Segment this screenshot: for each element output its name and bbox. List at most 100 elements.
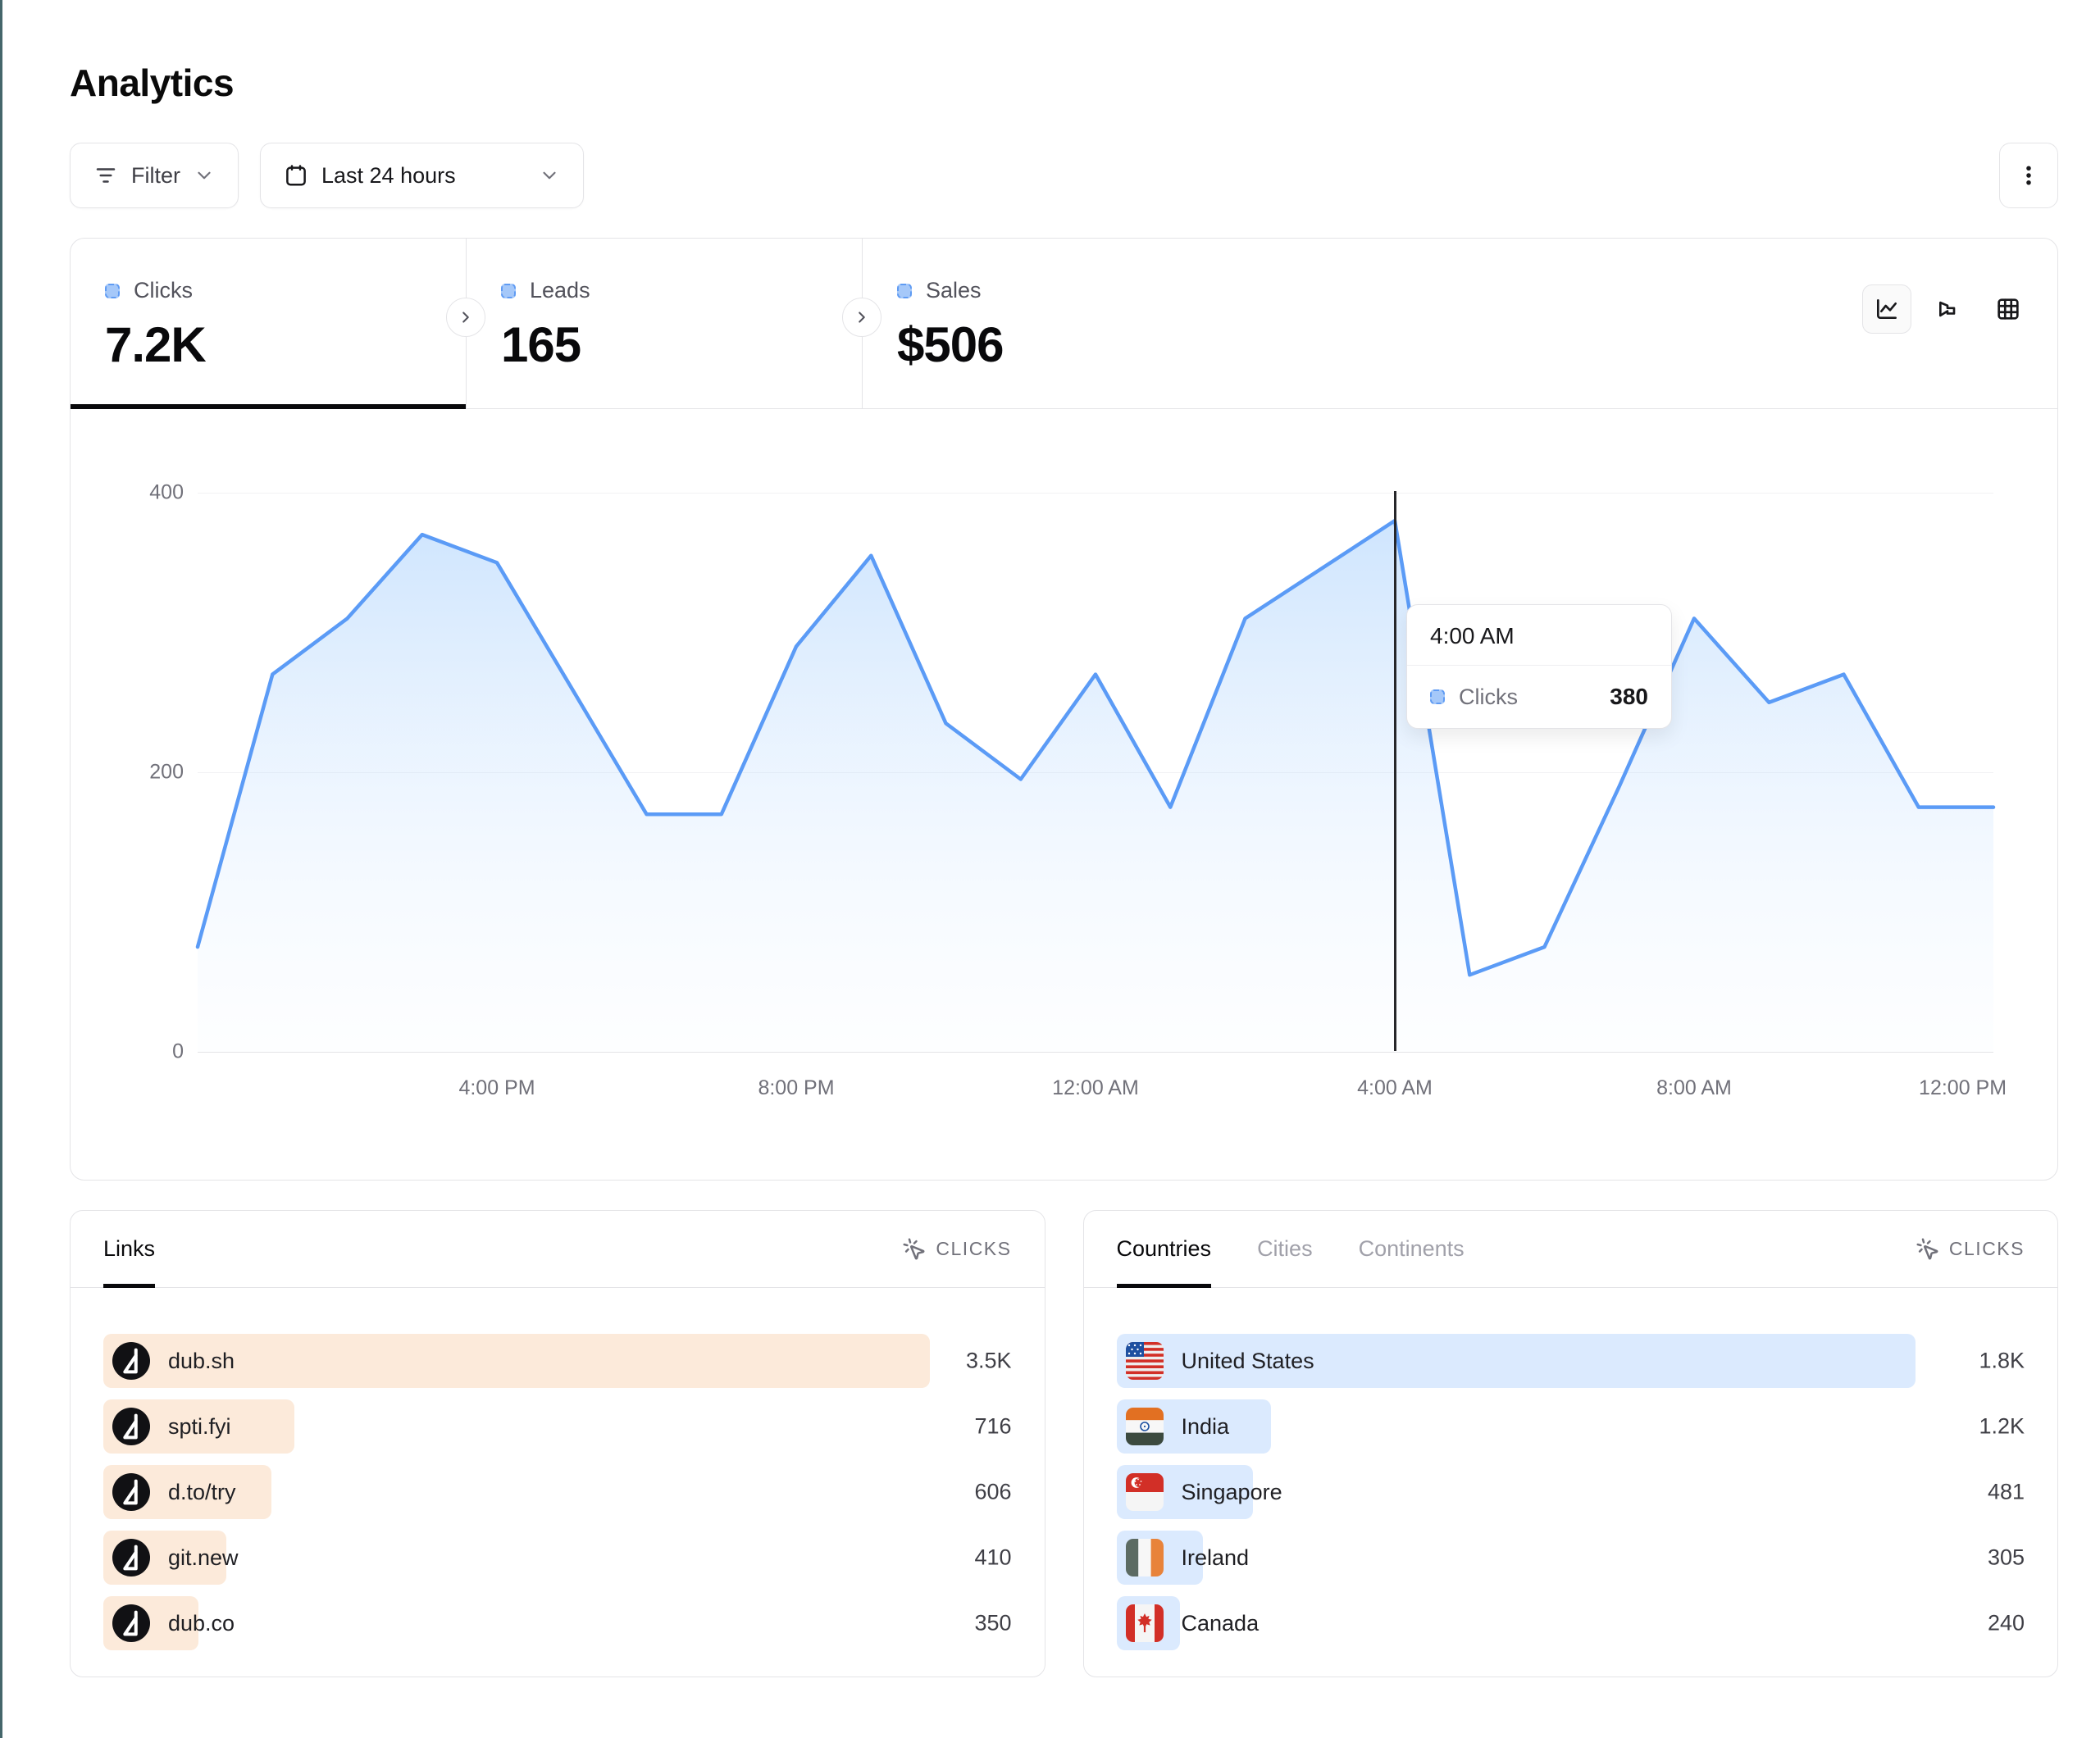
tab-sales[interactable]: Sales $506 bbox=[863, 239, 1259, 408]
chart-tooltip: 4:00 AM Clicks 380 bbox=[1406, 604, 1672, 729]
item-value: 606 bbox=[974, 1480, 1011, 1505]
list-item[interactable]: Singapore481 bbox=[1117, 1465, 2025, 1519]
item-value: 3.5K bbox=[966, 1349, 1012, 1374]
x-axis-tick-label: 4:00 AM bbox=[1357, 1076, 1433, 1100]
date-range-label: Last 24 hours bbox=[321, 163, 456, 189]
sales-label: Sales bbox=[926, 278, 982, 303]
x-axis-tick-label: 4:00 PM bbox=[458, 1076, 535, 1100]
tooltip-legend-swatch bbox=[1430, 689, 1445, 704]
item-value: 716 bbox=[974, 1414, 1011, 1440]
y-axis-tick-label: 400 bbox=[71, 481, 184, 505]
item-label: dub.co bbox=[168, 1611, 235, 1636]
item-value: 410 bbox=[974, 1545, 1011, 1571]
tooltip-value: 380 bbox=[1610, 684, 1648, 710]
clicks-label: Clicks bbox=[134, 278, 193, 303]
analytics-page: Analytics Filter Last 24 hours bbox=[70, 0, 2058, 1677]
chart-view-toggle bbox=[1862, 284, 2057, 334]
links-panel-header: Links CLICKS bbox=[71, 1211, 1045, 1288]
calendar-icon bbox=[284, 163, 308, 188]
tab-cities[interactable]: Cities bbox=[1257, 1211, 1313, 1287]
item-label: dub.sh bbox=[168, 1349, 235, 1374]
breakdown-panels: Links CLICKS dub.sh 3.5K spti.fyi 716 d.to/t… bbox=[70, 1210, 2058, 1677]
item-value: 240 bbox=[1988, 1611, 2025, 1636]
india-flag-icon bbox=[1126, 1408, 1164, 1445]
dub-logo-icon bbox=[112, 1408, 150, 1445]
item-value: 1.2K bbox=[1979, 1414, 2025, 1440]
x-axis-tick-label: 8:00 PM bbox=[758, 1076, 834, 1100]
x-axis-tick-label: 8:00 AM bbox=[1656, 1076, 1732, 1100]
funnel-icon bbox=[1934, 296, 1961, 322]
sales-value: $506 bbox=[897, 316, 1259, 373]
item-label: spti.fyi bbox=[168, 1414, 231, 1440]
y-axis-tick-label: 200 bbox=[71, 761, 184, 785]
grid-icon bbox=[1995, 296, 2021, 322]
list-item[interactable]: dub.co 350 bbox=[103, 1596, 1012, 1650]
table-view-button[interactable] bbox=[1984, 284, 2033, 334]
expand-leads-button[interactable] bbox=[842, 298, 881, 337]
chevron-right-icon bbox=[853, 308, 871, 326]
tab-links[interactable]: Links bbox=[103, 1211, 155, 1287]
filter-icon bbox=[93, 163, 118, 188]
item-label: India bbox=[1182, 1414, 1230, 1440]
item-value: 350 bbox=[974, 1611, 1011, 1636]
filter-button[interactable]: Filter bbox=[70, 143, 239, 208]
line-chart-view-button[interactable] bbox=[1862, 284, 1911, 334]
links-metric-selector[interactable]: CLICKS bbox=[902, 1237, 1011, 1262]
clicks-legend-swatch bbox=[105, 284, 120, 298]
tab-continents[interactable]: Continents bbox=[1359, 1211, 1465, 1287]
cursor-click-icon bbox=[1916, 1237, 1940, 1262]
cursor-click-icon bbox=[902, 1237, 927, 1262]
clicks-value: 7.2K bbox=[105, 316, 466, 373]
y-axis-tick-label: 0 bbox=[71, 1040, 184, 1064]
chevron-down-icon bbox=[539, 165, 560, 186]
leads-label: Leads bbox=[530, 278, 590, 303]
countries-metric-selector[interactable]: CLICKS bbox=[1916, 1237, 2025, 1262]
item-label: git.new bbox=[168, 1545, 239, 1571]
toolbar: Filter Last 24 hours bbox=[70, 143, 2058, 208]
us-flag-icon bbox=[1126, 1342, 1164, 1380]
dub-logo-icon bbox=[112, 1604, 150, 1642]
date-range-button[interactable]: Last 24 hours bbox=[260, 143, 584, 208]
expand-clicks-button[interactable] bbox=[446, 298, 485, 337]
list-item[interactable]: git.new 410 bbox=[103, 1531, 1012, 1585]
chevron-down-icon bbox=[194, 165, 215, 186]
singapore-flag-icon bbox=[1126, 1473, 1164, 1511]
window-edge-strip bbox=[0, 0, 2, 1738]
list-item[interactable]: India 1.2K bbox=[1117, 1399, 2025, 1454]
stats-header: Clicks 7.2K Leads 165 bbox=[71, 239, 2057, 409]
list-item[interactable]: d.to/try 606 bbox=[103, 1465, 1012, 1519]
item-label: Canada bbox=[1182, 1611, 1260, 1636]
tab-clicks[interactable]: Clicks 7.2K bbox=[71, 239, 467, 408]
list-item[interactable]: Ireland 305 bbox=[1117, 1531, 2025, 1585]
links-panel: Links CLICKS dub.sh 3.5K spti.fyi 716 d.to/t… bbox=[70, 1210, 1045, 1677]
area-chart-plot bbox=[198, 493, 1993, 1052]
item-value: 305 bbox=[1988, 1545, 2025, 1571]
dub-logo-icon bbox=[112, 1473, 150, 1511]
list-item[interactable]: Canada 240 bbox=[1117, 1596, 2025, 1650]
countries-metric-label: CLICKS bbox=[1949, 1238, 2025, 1260]
dub-logo-icon bbox=[112, 1342, 150, 1380]
x-axis-tick-label: 12:00 PM bbox=[1919, 1076, 2007, 1100]
leads-value: 165 bbox=[501, 316, 862, 373]
list-item[interactable]: spti.fyi 716 bbox=[103, 1399, 1012, 1454]
list-item[interactable]: dub.sh 3.5K bbox=[103, 1334, 1012, 1388]
item-label: Ireland bbox=[1182, 1545, 1250, 1571]
funnel-view-button[interactable] bbox=[1923, 284, 1972, 334]
item-label: d.to/try bbox=[168, 1480, 236, 1505]
canada-flag-icon bbox=[1126, 1604, 1164, 1642]
item-label: Singapore bbox=[1182, 1480, 1282, 1505]
ireland-flag-icon bbox=[1126, 1539, 1164, 1576]
x-axis-tick-label: 12:00 AM bbox=[1052, 1076, 1139, 1100]
list-item[interactable]: United States 1.8K bbox=[1117, 1334, 2025, 1388]
tab-leads[interactable]: Leads 165 bbox=[467, 239, 863, 408]
more-options-button[interactable] bbox=[1999, 143, 2058, 208]
countries-panel-header: Countries Cities Continents CLICKS bbox=[1084, 1211, 2058, 1288]
tab-countries[interactable]: Countries bbox=[1117, 1211, 1212, 1287]
hover-crosshair-line bbox=[1394, 491, 1396, 1051]
kebab-menu-icon bbox=[2016, 163, 2041, 188]
item-value: 1.8K bbox=[1979, 1349, 2025, 1374]
line-chart-icon bbox=[1874, 296, 1900, 322]
item-label: United States bbox=[1182, 1349, 1314, 1374]
analytics-chart-card: Clicks 7.2K Leads 165 bbox=[70, 238, 2058, 1181]
clicks-timeseries-chart[interactable]: 0 200 400 4:00 PM 8:00 PM 12:00 AM 4:00 AM 8:0… bbox=[71, 409, 2057, 1180]
